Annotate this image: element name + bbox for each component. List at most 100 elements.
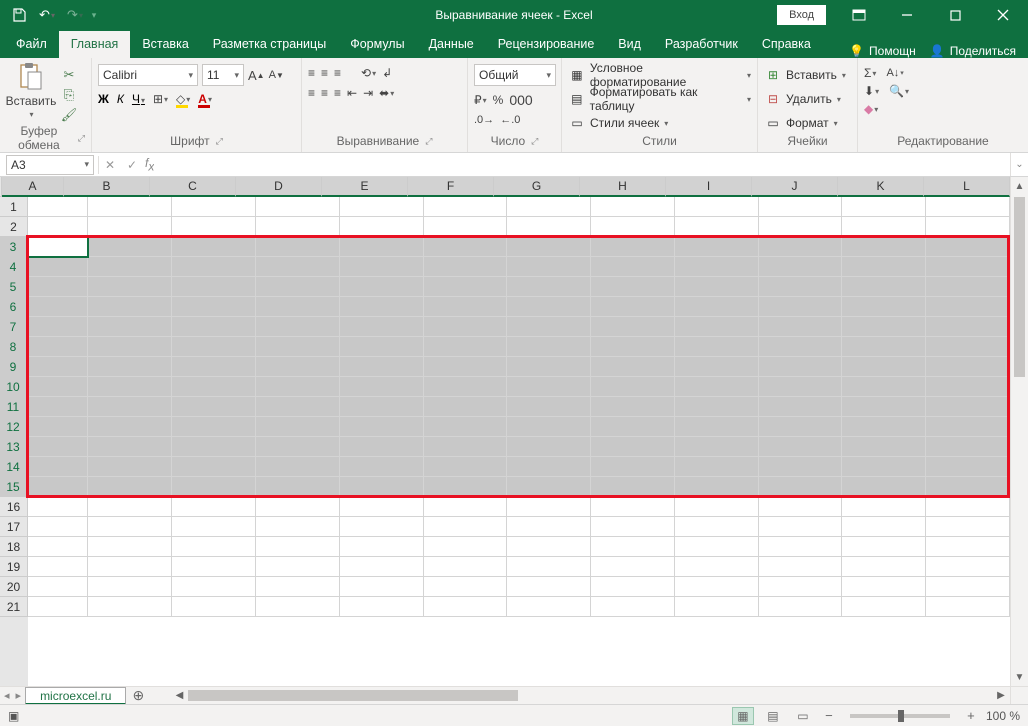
tab-page-layout[interactable]: Разметка страницы (201, 31, 338, 58)
cell[interactable] (88, 357, 172, 377)
align-middle-icon[interactable]: ≡ (321, 66, 328, 80)
row-header[interactable]: 6 (0, 297, 28, 317)
cell[interactable] (842, 597, 926, 617)
cell[interactable] (256, 357, 340, 377)
font-size-select[interactable]: 11▾ (202, 64, 244, 86)
cell[interactable] (28, 557, 88, 577)
cell[interactable] (88, 237, 172, 257)
cell[interactable] (172, 377, 256, 397)
cell[interactable] (591, 397, 675, 417)
cell[interactable] (424, 457, 508, 477)
cell[interactable] (591, 197, 675, 217)
cell[interactable] (842, 217, 926, 237)
increase-font-icon[interactable]: A▲ (248, 68, 265, 83)
cell[interactable] (591, 557, 675, 577)
zoom-out-button[interactable]: − (822, 708, 836, 723)
cell[interactable] (424, 217, 508, 237)
cell[interactable] (759, 337, 843, 357)
scrollbar-thumb[interactable] (1014, 197, 1025, 377)
cell[interactable] (759, 317, 843, 337)
record-macro-icon[interactable]: ▣ (8, 709, 19, 723)
cell[interactable] (28, 417, 88, 437)
cell[interactable] (507, 277, 591, 297)
cell[interactable] (759, 497, 843, 517)
cell[interactable] (28, 437, 88, 457)
column-header[interactable]: H (580, 177, 666, 197)
cell[interactable] (424, 437, 508, 457)
row-header[interactable]: 8 (0, 337, 28, 357)
cell[interactable] (842, 197, 926, 217)
cell[interactable] (424, 357, 508, 377)
cell[interactable] (926, 577, 1010, 597)
cell[interactable] (926, 337, 1010, 357)
cell[interactable] (172, 357, 256, 377)
cell[interactable] (842, 237, 926, 257)
cell[interactable] (507, 337, 591, 357)
cell[interactable] (340, 257, 424, 277)
cell[interactable] (340, 357, 424, 377)
redo-icon[interactable]: ↷▾ (62, 2, 88, 28)
tab-review[interactable]: Рецензирование (486, 31, 607, 58)
insert-cells-button[interactable]: ⊞Вставить▾ (764, 64, 846, 86)
find-icon[interactable]: 🔍▾ (889, 84, 909, 98)
scroll-left-icon[interactable]: ◀ (170, 687, 188, 704)
increase-decimal-icon[interactable]: .0→ (474, 114, 494, 126)
cell[interactable] (842, 397, 926, 417)
cell[interactable] (759, 537, 843, 557)
cell[interactable] (424, 557, 508, 577)
cell[interactable] (256, 257, 340, 277)
cell[interactable] (172, 297, 256, 317)
cell[interactable] (172, 537, 256, 557)
currency-icon[interactable]: ₽▾ (474, 93, 487, 107)
cell[interactable] (507, 317, 591, 337)
horizontal-scrollbar[interactable]: ◀ ▶ (170, 687, 1010, 704)
cell[interactable] (926, 237, 1010, 257)
cell[interactable] (424, 497, 508, 517)
scroll-up-icon[interactable]: ▲ (1011, 177, 1028, 195)
cell[interactable] (172, 597, 256, 617)
cell[interactable] (675, 557, 759, 577)
cell[interactable] (88, 217, 172, 237)
cell[interactable] (172, 577, 256, 597)
cell[interactable] (88, 477, 172, 497)
cell[interactable] (172, 217, 256, 237)
cell[interactable] (340, 217, 424, 237)
dialog-launcher-icon[interactable]: ⤢ (78, 133, 85, 144)
cell[interactable] (591, 577, 675, 597)
cell[interactable] (675, 357, 759, 377)
tab-file[interactable]: Файл (4, 31, 59, 58)
cell[interactable] (926, 437, 1010, 457)
cell[interactable] (842, 497, 926, 517)
page-layout-view-icon[interactable]: ▤ (762, 707, 784, 725)
formula-input[interactable] (154, 155, 1010, 175)
cell[interactable] (28, 237, 88, 257)
login-button[interactable]: Вход (777, 5, 826, 25)
row-header[interactable]: 12 (0, 417, 28, 437)
tab-data[interactable]: Данные (417, 31, 486, 58)
number-format-select[interactable]: Общий▾ (474, 64, 556, 86)
cell[interactable] (675, 417, 759, 437)
cell[interactable] (424, 477, 508, 497)
cell[interactable] (675, 537, 759, 557)
cell[interactable] (842, 577, 926, 597)
cell[interactable] (926, 597, 1010, 617)
cell[interactable] (591, 417, 675, 437)
cell[interactable] (172, 457, 256, 477)
cell[interactable] (256, 217, 340, 237)
cell[interactable] (591, 597, 675, 617)
cell[interactable] (507, 217, 591, 237)
cell[interactable] (507, 597, 591, 617)
cell[interactable] (424, 297, 508, 317)
row-header[interactable]: 19 (0, 557, 28, 577)
cell[interactable] (759, 577, 843, 597)
cell[interactable] (591, 457, 675, 477)
qat-dropdown-icon[interactable]: ▾ (90, 2, 98, 28)
cell[interactable] (759, 557, 843, 577)
cell[interactable] (675, 597, 759, 617)
cell[interactable] (28, 537, 88, 557)
cell[interactable] (172, 337, 256, 357)
cell[interactable] (842, 377, 926, 397)
cell[interactable] (507, 377, 591, 397)
tab-home[interactable]: Главная (59, 31, 131, 58)
ribbon-options-icon[interactable] (836, 0, 882, 30)
